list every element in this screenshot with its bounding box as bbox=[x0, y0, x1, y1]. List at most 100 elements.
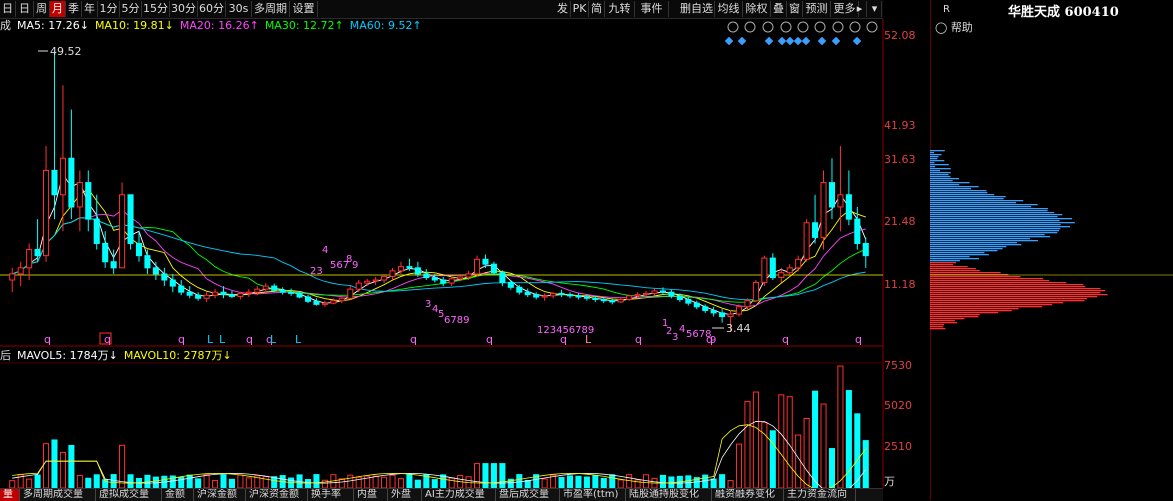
indicator-tab-1[interactable]: 多周期成交量 bbox=[20, 489, 96, 501]
candle-body bbox=[288, 291, 295, 294]
volume-bar bbox=[803, 417, 810, 489]
volume-bar bbox=[389, 474, 396, 489]
candle-body bbox=[76, 182, 83, 208]
indicator-tab-0[interactable]: 量 bbox=[0, 489, 20, 501]
nine-turn-digit: 5678 bbox=[686, 329, 711, 340]
chip-bar bbox=[930, 324, 945, 326]
candle-body bbox=[693, 302, 700, 308]
volume-bar bbox=[769, 430, 776, 489]
eye-icon[interactable] bbox=[780, 21, 792, 33]
chip-bar bbox=[930, 202, 1017, 204]
indicator-tab-14[interactable]: 主力资金流向 bbox=[784, 489, 856, 501]
candle-body bbox=[626, 295, 633, 300]
chip-bar bbox=[930, 188, 972, 190]
chip-bar bbox=[930, 250, 998, 252]
candle-body bbox=[152, 267, 159, 275]
chip-bar bbox=[930, 152, 934, 154]
candle-body bbox=[795, 258, 802, 269]
chip-bar bbox=[930, 242, 1017, 244]
volume-bar bbox=[51, 439, 58, 489]
trash-icon[interactable] bbox=[832, 21, 844, 33]
price-tick-label: 41.93 bbox=[884, 119, 916, 132]
candle-body bbox=[482, 258, 489, 265]
chip-bar bbox=[930, 190, 987, 192]
candle-body bbox=[566, 294, 574, 297]
volume-bar bbox=[414, 479, 421, 489]
volume-bar bbox=[710, 478, 717, 489]
volume-bar bbox=[381, 476, 388, 489]
event-diamond-icon[interactable] bbox=[801, 36, 811, 46]
event-diamond-icon[interactable] bbox=[737, 36, 747, 46]
indicator-tab-9[interactable]: AI主力成交量 bbox=[422, 489, 496, 501]
indicator-tab-2[interactable]: 虚拟成交量 bbox=[96, 489, 162, 501]
clock-icon[interactable] bbox=[727, 21, 739, 33]
event-diamond-icon[interactable] bbox=[724, 36, 734, 46]
circle-icon[interactable] bbox=[744, 21, 756, 33]
event-diamond-icon[interactable] bbox=[793, 36, 803, 46]
indicator-tab-5[interactable]: 沪深资金额 bbox=[246, 489, 308, 501]
event-diamond-icon[interactable] bbox=[785, 36, 795, 46]
volume-bar bbox=[203, 474, 210, 489]
nine-turn-digit: 123456789 bbox=[537, 325, 594, 336]
chip-bar bbox=[930, 272, 1001, 274]
event-diamond-icon[interactable] bbox=[777, 36, 787, 46]
chip-bar bbox=[930, 192, 988, 194]
volume-bar bbox=[220, 474, 227, 489]
volume-bar bbox=[9, 480, 16, 489]
chip-bar bbox=[930, 286, 1086, 288]
candle-body bbox=[178, 285, 185, 293]
chip-bar bbox=[930, 222, 1075, 224]
indicator-tab-10[interactable]: 盘后成交量 bbox=[496, 489, 560, 501]
candle-body bbox=[93, 218, 100, 244]
pen-icon[interactable] bbox=[762, 21, 774, 33]
zoom-out-icon[interactable] bbox=[866, 21, 878, 33]
indicator-tab-6[interactable]: 换手率 bbox=[308, 489, 354, 501]
volume-bar bbox=[685, 475, 692, 489]
event-diamond-icon[interactable] bbox=[817, 36, 827, 46]
event-diamond-icon[interactable] bbox=[764, 36, 774, 46]
q-mark: q bbox=[44, 333, 51, 346]
candle-body bbox=[42, 169, 50, 257]
candle-body bbox=[220, 291, 227, 296]
chip-bar bbox=[930, 244, 1022, 246]
hand-icon[interactable] bbox=[814, 21, 826, 33]
chip-bar bbox=[930, 220, 1060, 222]
volume-bar bbox=[237, 474, 244, 489]
indicator-tab-4[interactable]: 沪深金额 bbox=[194, 489, 246, 501]
event-diamond-icon[interactable] bbox=[852, 36, 862, 46]
volume-bar bbox=[752, 391, 759, 489]
volume-bar bbox=[719, 474, 726, 489]
volume-bar bbox=[228, 478, 235, 489]
volume-bar bbox=[643, 474, 650, 489]
candle-body bbox=[195, 294, 202, 299]
lock-icon[interactable] bbox=[797, 21, 809, 33]
chip-bar bbox=[930, 184, 960, 186]
indicator-tab-3[interactable]: 金额 bbox=[162, 489, 194, 501]
indicator-tab-8[interactable]: 外盘 bbox=[388, 489, 422, 501]
indicator-tab-7[interactable]: 内盘 bbox=[354, 489, 388, 501]
volume-bar bbox=[702, 474, 709, 489]
chip-bar bbox=[930, 294, 1108, 296]
volume-bar bbox=[42, 443, 50, 489]
indicator-tab-13[interactable]: 融资融券变化 bbox=[712, 489, 784, 501]
ma-line bbox=[12, 217, 866, 301]
event-diamond-icon[interactable] bbox=[831, 36, 841, 46]
nine-turn-digit: 23 bbox=[310, 266, 323, 277]
candle-body bbox=[702, 306, 709, 311]
zoom-in-icon[interactable] bbox=[849, 21, 861, 33]
indicator-tab-12[interactable]: 陆股通持股变化 bbox=[626, 489, 712, 501]
volume-tick-label: 2510 bbox=[884, 440, 912, 453]
chip-bar bbox=[930, 248, 1003, 250]
chip-bar bbox=[930, 234, 1045, 236]
kline-chart[interactable]: 49.523.44q q q q q q q q q q q qL L L L L234567893 4 5678… bbox=[0, 0, 930, 500]
candle-body bbox=[127, 194, 134, 244]
q-mark: q bbox=[855, 333, 862, 346]
chip-bar bbox=[930, 306, 1043, 308]
chip-bar bbox=[930, 178, 960, 180]
chip-bar bbox=[930, 268, 976, 270]
candle-body bbox=[575, 295, 582, 298]
candle-body bbox=[313, 300, 320, 305]
nine-turn-digit: 9 bbox=[710, 335, 716, 346]
indicator-tab-11[interactable]: 市盈率(ttm) bbox=[560, 489, 626, 501]
volume-bar bbox=[85, 477, 92, 489]
